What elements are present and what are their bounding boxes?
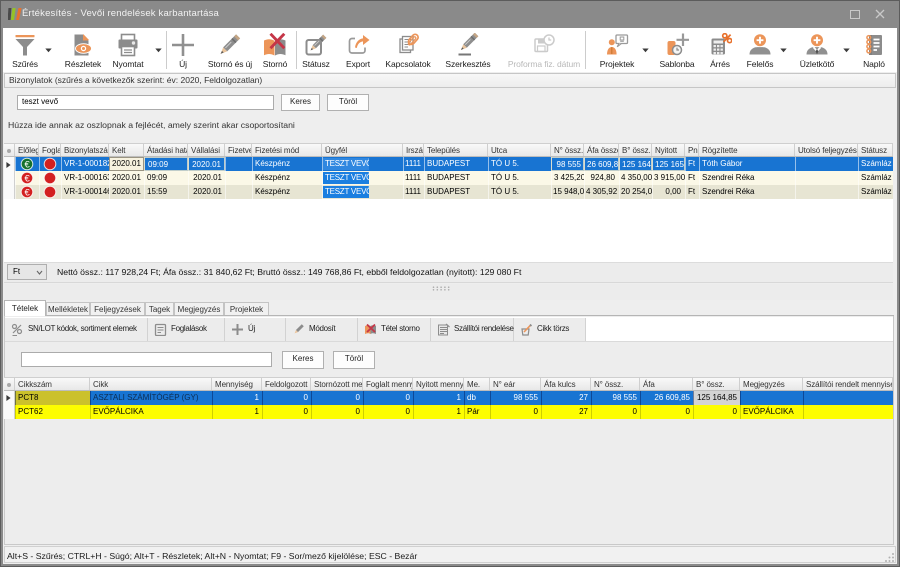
svg-text:€: € [25,187,31,198]
svg-text:€: € [25,159,31,170]
svg-text:€: € [25,173,31,184]
